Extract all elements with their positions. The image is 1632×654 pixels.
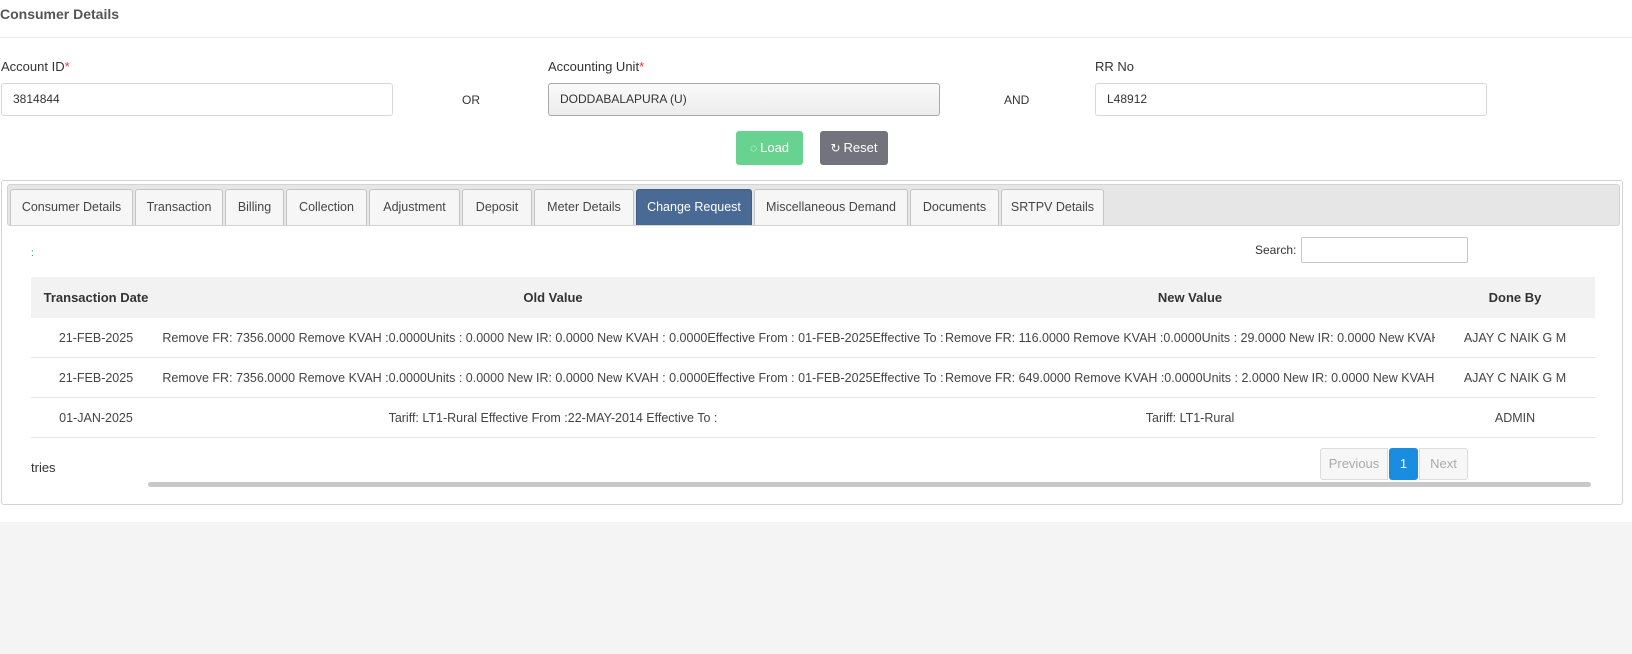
- refresh-icon: ↻: [830, 141, 841, 155]
- table-info-text: tries: [31, 460, 56, 475]
- account-id-label-text: Account ID: [1, 59, 65, 74]
- tab-documents[interactable]: Documents: [910, 189, 999, 225]
- tab-bar: Consumer Details Transaction Billing Col…: [7, 184, 1620, 226]
- load-button[interactable]: ◌ Load: [736, 131, 803, 165]
- table-row: 21-FEB-2025 Remove FR: 7356.0000 Remove …: [31, 318, 1595, 358]
- search-label: Search:: [1255, 243, 1297, 257]
- account-id-input[interactable]: 3814844: [1, 83, 393, 116]
- tab-transaction[interactable]: Transaction: [135, 189, 223, 225]
- accounting-unit-label: Accounting Unit*: [548, 59, 644, 74]
- cell-old-value: Tariff: LT1-Rural Effective From :22-MAY…: [388, 411, 718, 425]
- and-connector: AND: [1004, 93, 1030, 107]
- rr-no-input[interactable]: L48912: [1095, 83, 1487, 116]
- length-menu-fragment: :: [31, 248, 34, 259]
- rr-no-label: RR No: [1095, 59, 1135, 74]
- page-1-button[interactable]: 1: [1389, 448, 1418, 480]
- table-row: 21-FEB-2025 Remove FR: 7356.0000 Remove …: [31, 358, 1595, 398]
- cell-done-by: ADMIN: [1494, 411, 1536, 425]
- tab-collection[interactable]: Collection: [286, 189, 367, 225]
- load-button-label: Load: [760, 140, 790, 155]
- column-header-transaction-date[interactable]: Transaction Date: [31, 277, 161, 318]
- cell-done-by: AJAY C NAIK G M: [1463, 331, 1567, 345]
- or-connector: OR: [462, 93, 480, 107]
- previous-page-button[interactable]: Previous: [1320, 448, 1388, 480]
- account-id-label: Account ID*: [1, 59, 70, 74]
- accounting-unit-label-text: Accounting Unit: [548, 59, 640, 74]
- cell-transaction-date: 21-FEB-2025: [58, 371, 134, 385]
- tab-meter-details[interactable]: Meter Details: [534, 189, 634, 225]
- reset-button-label: Reset: [843, 140, 878, 155]
- title-divider: [0, 37, 1632, 38]
- cell-done-by: AJAY C NAIK G M: [1463, 371, 1567, 385]
- cell-new-value: Remove FR: 116.0000 Remove KVAH :0.0000U…: [945, 331, 1435, 345]
- cell-old-value: Remove FR: 7356.0000 Remove KVAH :0.0000…: [162, 331, 944, 345]
- cell-transaction-date: 01-JAN-2025: [59, 411, 133, 425]
- cell-old-value: Remove FR: 7356.0000 Remove KVAH :0.0000…: [162, 371, 944, 385]
- column-header-new-value[interactable]: New Value: [945, 277, 1435, 318]
- search-input[interactable]: [1301, 237, 1468, 263]
- next-page-button[interactable]: Next: [1419, 448, 1468, 480]
- tab-consumer-details[interactable]: Consumer Details: [10, 189, 133, 225]
- tab-change-request[interactable]: Change Request: [636, 189, 752, 225]
- page-title: Consumer Details: [0, 6, 120, 22]
- tab-miscellaneous-demand[interactable]: Miscellaneous Demand: [754, 189, 908, 225]
- required-marker: *: [64, 59, 70, 74]
- cell-new-value: Remove FR: 649.0000 Remove KVAH :0.0000U…: [945, 371, 1435, 385]
- horizontal-scrollbar[interactable]: [148, 482, 1591, 487]
- cell-transaction-date: 21-FEB-2025: [58, 331, 134, 345]
- accounting-unit-select[interactable]: DODDABALAPURA (U): [548, 83, 940, 116]
- required-marker: *: [639, 59, 645, 74]
- table-row: 01-JAN-2025 Tariff: LT1-Rural Effective …: [31, 398, 1595, 438]
- tab-srtpv-details[interactable]: SRTPV Details: [1001, 189, 1104, 225]
- reset-button[interactable]: ↻ Reset: [820, 131, 888, 165]
- consumer-details-panel: Consumer Details Account ID* 3814844 OR …: [0, 0, 1632, 522]
- cell-new-value: Tariff: LT1-Rural: [1145, 411, 1235, 425]
- tab-deposit[interactable]: Deposit: [462, 189, 532, 225]
- table-header: Transaction Date Old Value New Value Don…: [31, 277, 1595, 318]
- spinner-icon: ◌: [749, 141, 758, 155]
- column-header-old-value[interactable]: Old Value: [161, 277, 945, 318]
- tab-adjustment[interactable]: Adjustment: [369, 189, 460, 225]
- tab-billing[interactable]: Billing: [225, 189, 284, 225]
- column-header-done-by[interactable]: Done By: [1435, 277, 1595, 318]
